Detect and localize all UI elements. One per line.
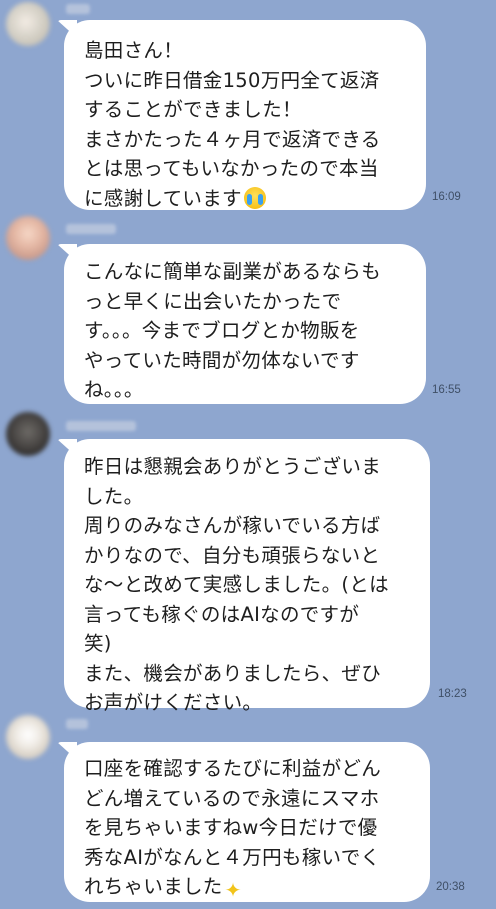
loudly-crying-face-icon [243, 186, 266, 209]
message-line: かりなので、自分も頑張らないと [84, 543, 381, 567]
timestamp: 20:38 [436, 881, 465, 893]
message-line: また、機会がありましたら、ぜひ [84, 661, 382, 685]
message-line: を見ちゃいますねw今日だけで優 [84, 816, 378, 839]
message-line: っと早くに出会いたかったで [84, 289, 342, 313]
sender-name-blurred [66, 224, 116, 234]
timestamp: 16:09 [432, 191, 461, 203]
avatar[interactable] [6, 2, 50, 46]
message-line: どん増えているので永遠にスマホ [84, 786, 380, 810]
avatar[interactable] [6, 412, 50, 456]
timestamp: 16:55 [432, 384, 461, 396]
message-line: に感謝しています [84, 186, 242, 210]
message-line: す。。。今までブログとか物販を [84, 319, 360, 342]
message-line: ね。。。 [84, 378, 144, 401]
message-line: 昨日は懇親会ありがとうございま [84, 455, 382, 478]
sparkles-icon: ✦ [224, 878, 242, 902]
sender-name-blurred [66, 421, 136, 431]
chat-log[interactable]: 島田さん！ ついに昨日借金150万円全て返済 することができました！ まさかたっ… [0, 0, 496, 909]
avatar[interactable] [6, 216, 50, 260]
message-bubble[interactable]: 口座を確認するたびに利益がどん どん増えているので永遠にスマホ を見ちゃいますね… [64, 742, 430, 902]
avatar[interactable] [6, 715, 50, 759]
message-line: 秀なAIがなんと４万円も稼いでく [84, 845, 381, 869]
message-line: 言っても稼ぐのはAIなのですが [84, 602, 360, 626]
message-line: やっていた時間が勿体ないです [84, 348, 360, 372]
message-line: することができました！ [84, 98, 302, 121]
message-line: 周りのみなさんが稼いでいる方ば [84, 514, 381, 537]
message-line: れちゃいました [84, 875, 223, 898]
message-bubble[interactable]: 島田さん！ ついに昨日借金150万円全て返済 することができました！ まさかたっ… [64, 20, 426, 210]
sender-name-blurred [66, 4, 90, 14]
message-line: まさかたった４ヶ月で返済できる [84, 127, 381, 151]
timestamp: 18:23 [438, 688, 467, 700]
message-line: お声がけください。 [84, 691, 263, 714]
message-line: とは思ってもいなかったので本当 [84, 157, 379, 180]
message-line: した。 [84, 484, 144, 508]
message-line: な〜と改めて実感しました。(とは [84, 573, 389, 596]
sender-name-blurred [66, 719, 88, 729]
message-line: 笑) [84, 632, 112, 655]
message-bubble[interactable]: こんなに簡単な副業があるならも っと早くに出会いたかったで す。。。今までブログ… [64, 244, 426, 404]
message-line: こんなに簡単な副業があるならも [84, 260, 382, 283]
message-line: ついに昨日借金150万円全て返済 [84, 68, 380, 92]
message-line: 口座を確認するたびに利益がどん [84, 757, 382, 780]
message-line: 島田さん！ [84, 39, 184, 62]
message-bubble[interactable]: 昨日は懇親会ありがとうございま した。 周りのみなさんが稼いでいる方ば かりなの… [64, 439, 430, 714]
